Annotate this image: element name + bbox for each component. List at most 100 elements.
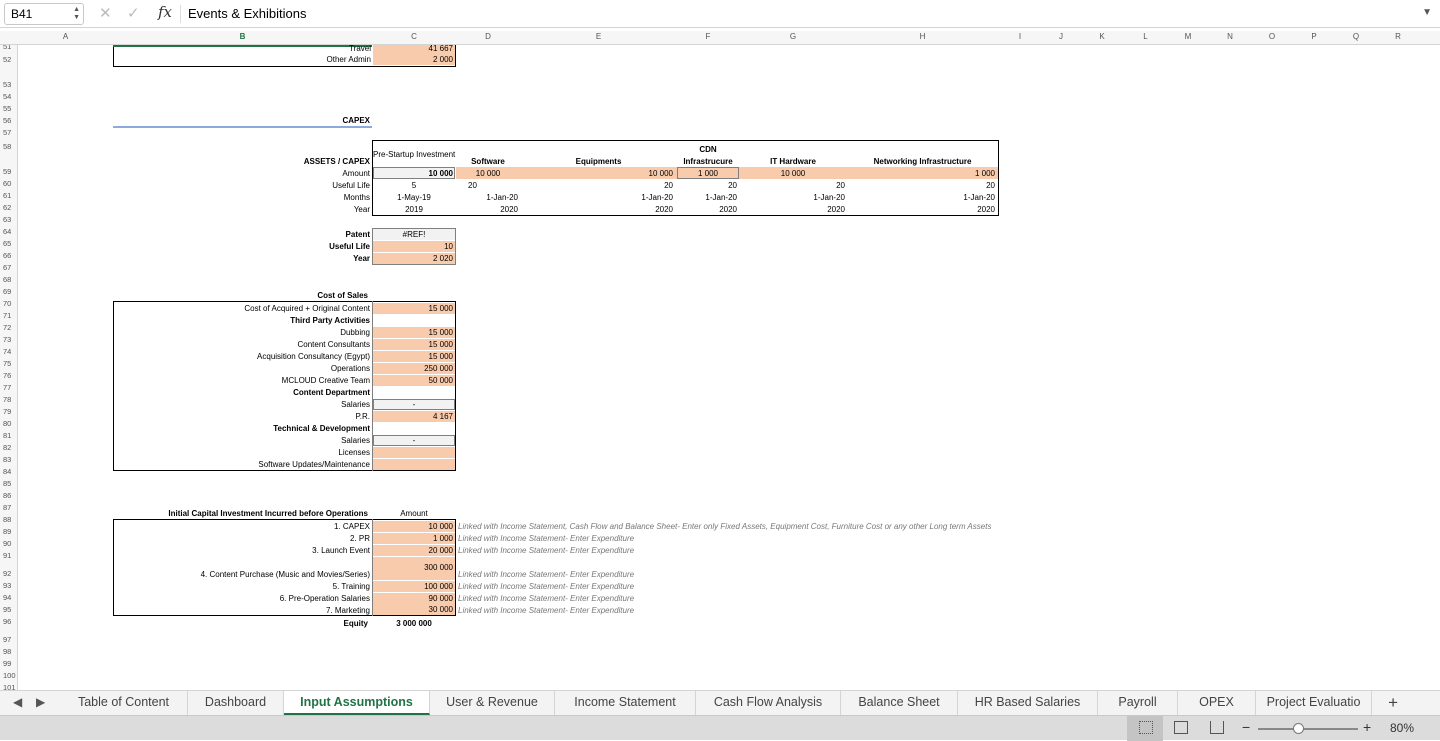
row-header[interactable]: 81 [0, 431, 17, 440]
row-header[interactable]: 95 [0, 605, 17, 614]
page-break-view-icon[interactable] [1210, 721, 1224, 734]
row-header[interactable]: 89 [0, 527, 17, 536]
cdn-months[interactable]: 1-Jan-20 [677, 192, 737, 203]
training-value[interactable]: 100 000 [373, 581, 455, 592]
networking-year[interactable]: 2020 [847, 204, 995, 215]
row-header[interactable]: 56 [0, 116, 17, 125]
row-header[interactable]: 72 [0, 323, 17, 332]
column-header-e[interactable]: E [520, 32, 677, 41]
launch-event-value[interactable]: 20 000 [373, 545, 455, 556]
patent-life-value[interactable]: 10 [373, 241, 455, 252]
column-header-f[interactable]: F [677, 32, 739, 41]
row-header[interactable]: 61 [0, 191, 17, 200]
column-header-b[interactable]: B [113, 32, 372, 41]
row-header[interactable]: 86 [0, 491, 17, 500]
row-header[interactable]: 83 [0, 455, 17, 464]
row-header[interactable]: 60 [0, 179, 17, 188]
cdn-amount[interactable]: 1 000 [677, 168, 739, 179]
column-header-p[interactable]: P [1293, 32, 1335, 41]
function-icon[interactable]: fx [158, 3, 172, 21]
row-header[interactable]: 73 [0, 335, 17, 344]
row-header[interactable]: 78 [0, 395, 17, 404]
row-header[interactable]: 65 [0, 239, 17, 248]
equipments-months[interactable]: 1-Jan-20 [520, 192, 673, 203]
zoom-out-icon[interactable]: − [1242, 719, 1250, 735]
row-header[interactable]: 52 [0, 55, 17, 64]
tech-salaries-value[interactable]: - [373, 435, 455, 446]
cancel-icon[interactable]: ✕ [99, 4, 112, 22]
column-header-j[interactable]: J [1042, 32, 1080, 41]
networking-amount[interactable]: 1 000 [847, 168, 995, 179]
zoom-slider-handle[interactable] [1293, 723, 1304, 734]
other-admin-value[interactable]: 2 000 [373, 54, 455, 65]
licenses-value-cell[interactable] [373, 447, 455, 458]
it-hardware-life[interactable]: 20 [739, 180, 845, 191]
capex-item-value[interactable]: 10 000 [373, 521, 455, 532]
marketing-value[interactable]: 30 000 [373, 604, 455, 615]
row-header[interactable]: 93 [0, 581, 17, 590]
software-amount[interactable]: 10 000 [456, 168, 520, 179]
software-months[interactable]: 1-Jan-20 [456, 192, 518, 203]
row-header[interactable]: 79 [0, 407, 17, 416]
row-header[interactable]: 66 [0, 251, 17, 260]
zoom-slider[interactable] [1258, 728, 1358, 730]
cdn-life[interactable]: 20 [677, 180, 737, 191]
row-header[interactable]: 55 [0, 104, 17, 113]
equipments-year[interactable]: 2020 [520, 204, 673, 215]
networking-life[interactable]: 20 [847, 180, 995, 191]
column-header-a[interactable]: A [18, 32, 113, 41]
patent-value[interactable]: #REF! [373, 229, 455, 240]
row-header[interactable]: 97 [0, 635, 17, 644]
row-header[interactable]: 94 [0, 593, 17, 602]
zoom-in-icon[interactable]: + [1363, 719, 1371, 735]
row-header[interactable]: 91 [0, 551, 17, 560]
pre-startup-amount[interactable]: 10 000 [373, 168, 453, 179]
row-header[interactable]: 85 [0, 479, 17, 488]
row-header[interactable]: 76 [0, 371, 17, 380]
software-life[interactable]: 20 [468, 180, 477, 191]
pre-startup-year[interactable]: 2019 [373, 204, 455, 215]
column-header-r[interactable]: R [1377, 32, 1419, 41]
row-header[interactable]: 88 [0, 515, 17, 524]
row-header[interactable]: 80 [0, 419, 17, 428]
tab-balance-sheet[interactable]: Balance Sheet [841, 691, 958, 715]
travel-value[interactable]: 41 667 [373, 45, 455, 54]
row-header[interactable]: 59 [0, 167, 17, 176]
row-header[interactable]: 70 [0, 299, 17, 308]
row-header[interactable]: 75 [0, 359, 17, 368]
pr-value[interactable]: 4 167 [373, 411, 455, 422]
next-sheet-icon[interactable]: ▶ [36, 695, 45, 709]
row-header[interactable]: 69 [0, 287, 17, 296]
tab-project-evaluation[interactable]: Project Evaluatio [1256, 691, 1372, 715]
row-header[interactable]: 74 [0, 347, 17, 356]
row-header[interactable]: 82 [0, 443, 17, 452]
row-header[interactable]: 51 [0, 45, 17, 51]
column-header-h[interactable]: H [847, 32, 998, 41]
pre-operation-salaries-value[interactable]: 90 000 [373, 593, 455, 604]
row-header[interactable]: 64 [0, 227, 17, 236]
tab-income-statement[interactable]: Income Statement [555, 691, 696, 715]
equipments-amount[interactable]: 10 000 [520, 168, 673, 179]
acquisition-consultancy-value[interactable]: 15 000 [373, 351, 455, 362]
column-header-l[interactable]: L [1124, 32, 1167, 41]
column-header-g[interactable]: G [739, 32, 847, 41]
it-hardware-year[interactable]: 2020 [739, 204, 845, 215]
content-salaries-value[interactable]: - [373, 399, 455, 410]
column-header-i[interactable]: I [998, 32, 1042, 41]
software-updates-value-cell[interactable] [373, 459, 455, 470]
row-header[interactable]: 67 [0, 263, 17, 272]
tab-hr-based-salaries[interactable]: HR Based Salaries [958, 691, 1098, 715]
row-header[interactable]: 92 [0, 569, 17, 578]
row-header[interactable]: 99 [0, 659, 17, 668]
content-purchase-value[interactable]: 300 000 [373, 562, 453, 573]
tab-payroll[interactable]: Payroll [1098, 691, 1178, 715]
row-header[interactable]: 63 [0, 215, 17, 224]
row-header[interactable]: 68 [0, 275, 17, 284]
software-year[interactable]: 2020 [456, 204, 518, 215]
tab-cash-flow-analysis[interactable]: Cash Flow Analysis [696, 691, 841, 715]
column-header-m[interactable]: M [1167, 32, 1209, 41]
cdn-year[interactable]: 2020 [677, 204, 737, 215]
zoom-level[interactable]: 80% [1390, 721, 1414, 735]
row-header[interactable]: 101 [0, 683, 17, 690]
name-box[interactable]: B41 ▲ ▼ [4, 3, 84, 25]
